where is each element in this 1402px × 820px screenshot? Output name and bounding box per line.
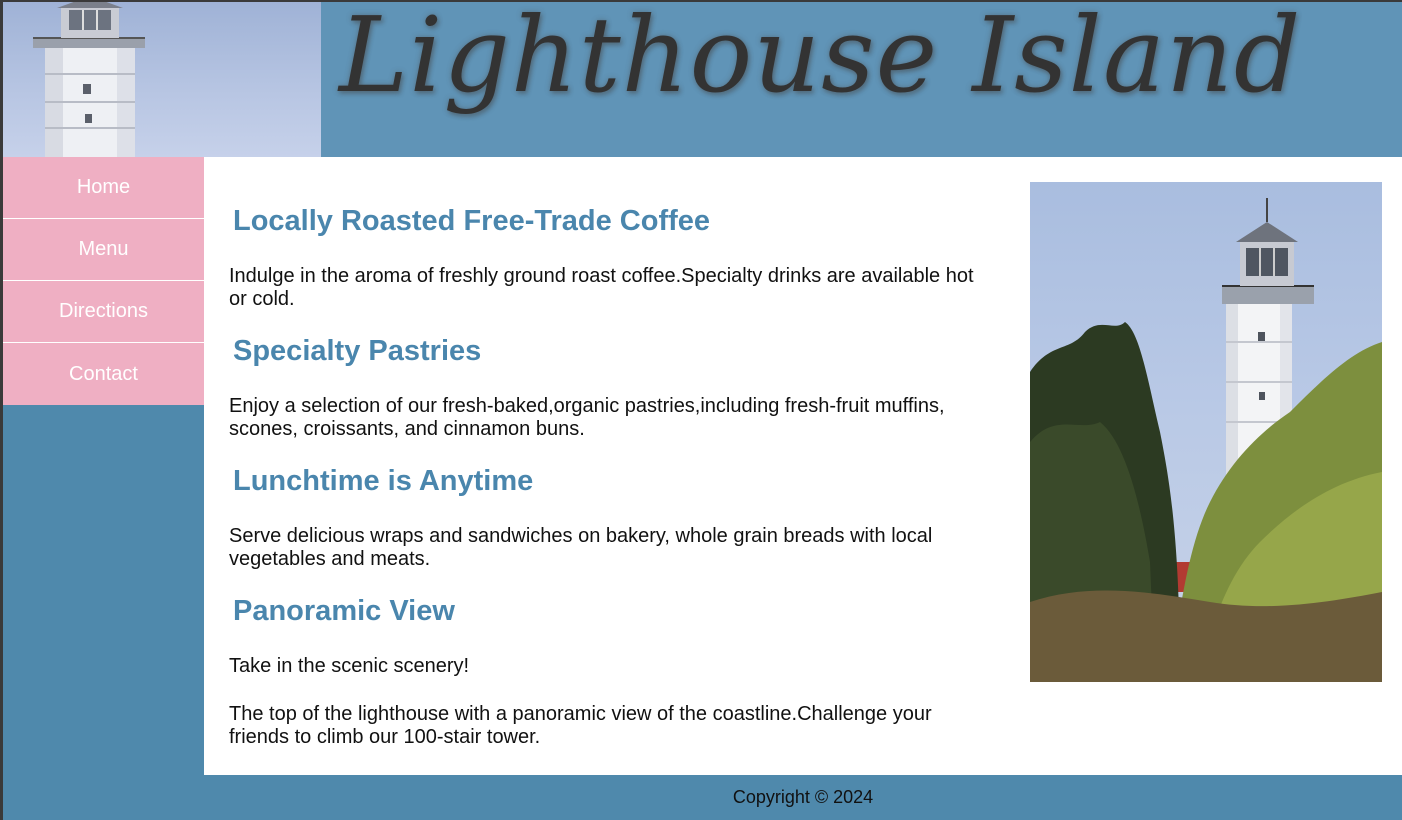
main-content: Locally Roasted Free-Trade Coffee Indulg… (204, 157, 1402, 775)
site-header: Lighthouse Island (3, 2, 1402, 157)
site-footer: Copyright © 2024 (204, 775, 1402, 820)
section-heading-coffee: Locally Roasted Free-Trade Coffee (233, 205, 711, 237)
section-text-pastries: Enjoy a selection of our fresh-baked,org… (229, 395, 945, 440)
section-text-view: Take in the scenic scenery! (229, 655, 470, 677)
section-heading-lunch: Lunchtime is Anytime (233, 465, 534, 497)
copyright-text: Copyright © 2024 (732, 787, 874, 807)
nav-item-directions[interactable]: Directions (3, 281, 204, 343)
section-heading-view: Panoramic View (233, 595, 455, 627)
section-text-view-detail: The top of the lighthouse with a panoram… (229, 703, 932, 748)
header-lighthouse-image (3, 2, 321, 157)
section-text-lunch: Serve delicious wraps and sandwiches on … (229, 525, 933, 570)
lighthouse-photo (1030, 182, 1382, 682)
nav-item-menu[interactable]: Menu (3, 219, 204, 281)
section-text-coffee: Indulge in the aroma of freshly ground r… (229, 265, 974, 310)
nav-item-home[interactable]: Home (3, 157, 204, 219)
site-title: Lighthouse Island (339, 2, 1302, 116)
sidebar-nav: Home Menu Directions Contact (3, 157, 204, 405)
section-heading-pastries: Specialty Pastries (233, 335, 482, 367)
nav-item-contact[interactable]: Contact (3, 343, 204, 405)
